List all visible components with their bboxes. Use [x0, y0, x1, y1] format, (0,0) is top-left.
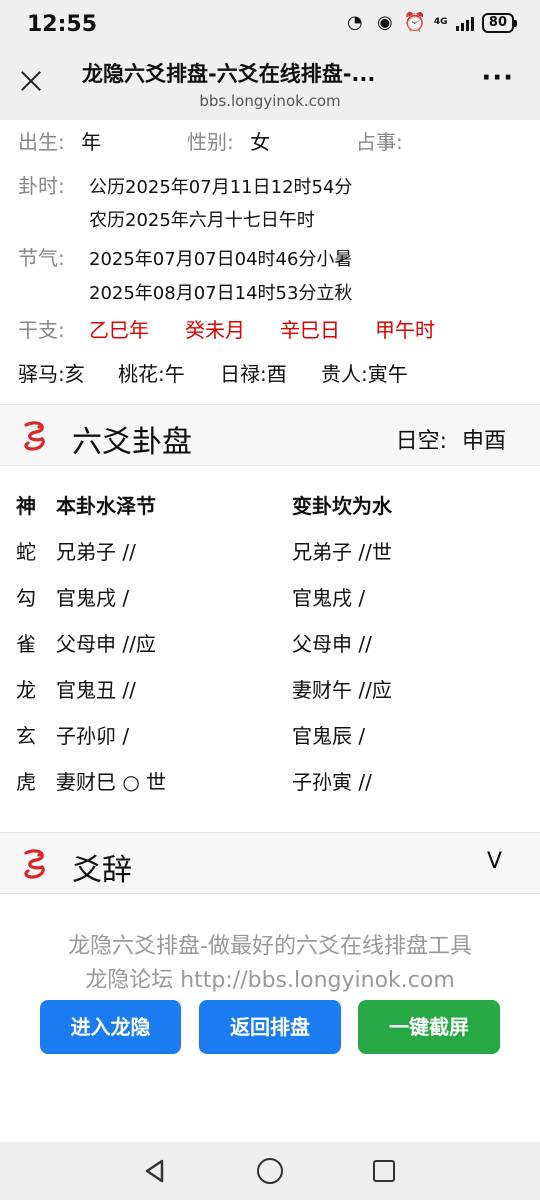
header-biangua: 变卦坎为水	[292, 494, 392, 518]
speed-icon: ◔	[347, 12, 363, 33]
alarm-icon: ⏰	[403, 12, 427, 33]
shen-cell: 龙	[16, 678, 36, 702]
shen-cell: 蛇	[16, 540, 36, 564]
yaoci-title: 爻辞	[72, 853, 132, 888]
bengua-cell: 妻财巳 ○ 世	[56, 770, 167, 794]
browser-title-bar: 龙隐六爻排盘-六爻在线排盘-... bbs.longyinok.com ···	[0, 50, 540, 120]
shensha-yima: 驿马:亥	[18, 362, 85, 386]
rikong-value: 申酉	[461, 429, 506, 454]
table-row: 勾 官鬼戌 / 官鬼戌 /	[0, 582, 540, 622]
recent-apps-icon[interactable]	[373, 1160, 395, 1182]
biangua-cell: 子孙寅 //	[292, 770, 372, 794]
ganzhi-year: 乙巳年	[89, 318, 149, 342]
status-bar: 12:55 ◔ ◉ ⏰ 4G 80	[0, 0, 540, 50]
dragon-logo-icon	[24, 421, 45, 451]
header-shen: 神	[16, 494, 36, 518]
biangua-cell: 妻财午 //应	[292, 678, 392, 702]
footer-slogan: 龙隐六爻排盘-做最好的六爻在线排盘工具	[68, 934, 472, 959]
signal-icon	[455, 15, 474, 31]
biangua-cell: 父母申 //	[292, 632, 372, 656]
battery-icon: 80	[481, 12, 518, 33]
gender-value: 女	[250, 130, 271, 154]
liuyao-title: 六爻卦盘	[72, 425, 192, 460]
expand-toggle-icon[interactable]: V	[487, 849, 502, 874]
table-row: 虎 妻财巳 ○ 世 子孙寅 //	[0, 766, 540, 806]
biangua-cell: 官鬼辰 /	[292, 724, 366, 748]
header-bengua: 本卦水泽节	[56, 494, 156, 518]
dragon-logo-icon	[24, 849, 45, 879]
jieqi-1: 2025年07月07日04时46分小暑	[89, 249, 353, 270]
bengua-cell: 父母申 //应	[56, 632, 156, 656]
shen-cell: 勾	[16, 586, 36, 610]
more-menu-icon[interactable]: ···	[481, 65, 514, 91]
time-solar: 公历2025年07月11日12时54分	[89, 177, 353, 198]
table-row: 龙 官鬼丑 // 妻财午 //应	[0, 674, 540, 714]
rikong: 日空: 申酉	[396, 423, 506, 455]
matter-label: 占事:	[356, 130, 403, 154]
shen-cell: 玄	[16, 724, 36, 748]
back-to-paipan-button[interactable]: 返回排盘	[199, 1000, 341, 1054]
ganzhi-hour: 甲午时	[375, 318, 435, 342]
table-row: 蛇 兄弟子 // 兄弟子 //世	[0, 536, 540, 576]
ganzhi-label: 干支:	[18, 318, 65, 342]
enter-longyin-button[interactable]: 进入龙隐	[40, 1000, 181, 1054]
rikong-label: 日空:	[395, 429, 447, 454]
ganzhi-day: 辛巳日	[280, 318, 340, 342]
yaoci-header[interactable]: 爻辞 V	[0, 832, 540, 894]
biangua-cell: 官鬼戌 /	[292, 586, 366, 610]
status-icons: ◔ ◉ ⏰ 4G 80	[344, 12, 518, 33]
birth-row: 出生: 年	[18, 126, 101, 155]
eye-icon: ◉	[377, 12, 393, 33]
table-row: 玄 子孙卯 / 官鬼辰 /	[0, 720, 540, 760]
shensha-taohua: 桃花:午	[118, 362, 185, 386]
gender-label: 性别:	[187, 130, 234, 154]
footer-forum-link[interactable]: 龙隐论坛 http://bbs.longyinok.com	[0, 962, 540, 994]
jieqi-label: 节气:	[18, 246, 65, 270]
status-time: 12:55	[27, 12, 98, 37]
bengua-cell: 官鬼丑 //	[56, 678, 136, 702]
birth-label: 出生:	[18, 130, 65, 154]
liuyao-header: 六爻卦盘 日空: 申酉	[0, 404, 540, 466]
page-title: 龙隐六爻排盘-六爻在线排盘-...	[82, 62, 376, 86]
screenshot-button[interactable]: 一键截屏	[358, 1000, 500, 1054]
biangua-cell: 兄弟子 //世	[292, 540, 392, 564]
shen-cell: 雀	[16, 632, 36, 656]
bengua-cell: 官鬼戌 /	[56, 586, 130, 610]
shensha-guiren: 贵人:寅午	[321, 362, 408, 386]
network-type: 4G	[433, 17, 448, 27]
home-icon[interactable]	[257, 1158, 283, 1184]
back-icon[interactable]	[142, 1158, 168, 1184]
matter-row: 占事:	[356, 126, 403, 155]
time-lunar: 农历2025年六月十七日午时	[89, 210, 315, 231]
system-nav-bar	[0, 1142, 540, 1200]
time-label: 卦时:	[18, 174, 65, 198]
gender-row: 性别: 女	[187, 126, 270, 155]
bengua-cell: 子孙卯 /	[56, 724, 130, 748]
ganzhi-month: 癸未月	[185, 318, 245, 342]
gua-header-row: 神 本卦水泽节 变卦坎为水	[0, 490, 540, 530]
page-url[interactable]: bbs.longyinok.com	[0, 92, 540, 110]
shen-cell: 虎	[16, 770, 36, 794]
table-row: 雀 父母申 //应 父母申 //	[0, 628, 540, 668]
bengua-cell: 兄弟子 //	[56, 540, 136, 564]
birth-value: 年	[81, 130, 102, 154]
shensha-rilu: 日禄:酉	[220, 362, 287, 386]
jieqi-2: 2025年08月07日14时53分立秋	[89, 283, 353, 304]
